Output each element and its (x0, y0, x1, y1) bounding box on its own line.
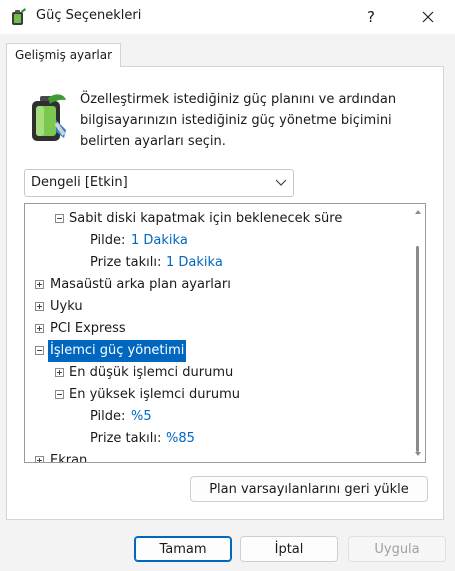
tree-item-label: Ekran (50, 453, 88, 463)
tree-item-label: Prize takılı: (90, 431, 162, 446)
tree-item-label: Sabit diski kapatmak için beklenecek sür… (69, 211, 343, 226)
collapse-icon[interactable] (35, 346, 44, 355)
tree-item-label: PCI Express (50, 321, 126, 336)
tree-item-label: Pilde: (90, 233, 126, 248)
setting-value[interactable]: 1 Dakika (166, 252, 223, 274)
tree-scrollbar[interactable] (413, 206, 423, 460)
apply-button: Uygula (348, 536, 446, 562)
tree-item-label: Masaüstü arka plan ayarları (50, 277, 231, 292)
chevron-down-icon (275, 179, 287, 186)
settings-tree[interactable]: Sabit diski kapatmak için beklenecek sür… (24, 203, 426, 463)
expand-icon[interactable] (35, 324, 44, 333)
tree-item-label: Uyku (50, 299, 83, 314)
power-plan-select[interactable]: Dengeli [Etkin] (24, 169, 294, 197)
window-title: Güç Seçenekleri (36, 8, 142, 23)
expand-icon[interactable] (55, 368, 64, 377)
ok-button[interactable]: Tamam (134, 536, 232, 562)
close-icon (422, 11, 434, 23)
collapse-icon[interactable] (55, 390, 64, 399)
setting-value[interactable]: %85 (166, 428, 195, 450)
tree-item-label: En yüksek işlemci durumu (69, 387, 241, 402)
setting-value[interactable]: 1 Dakika (131, 230, 188, 252)
scroll-up-icon[interactable] (415, 210, 421, 214)
scroll-down-icon[interactable] (415, 452, 421, 456)
setting-value[interactable]: %5 (131, 406, 152, 428)
restore-defaults-button[interactable]: Plan varsayılanlarını geri yükle (190, 476, 428, 502)
cancel-button[interactable]: İptal (240, 536, 338, 562)
help-button[interactable]: ? (352, 0, 390, 34)
expand-icon[interactable] (35, 280, 44, 289)
tree-item-label: Prize takılı: (90, 255, 162, 270)
tab-advanced-settings[interactable]: Gelişmiş ayarlar (6, 43, 122, 67)
power-options-icon (12, 8, 26, 25)
expand-icon[interactable] (35, 302, 44, 311)
power-plan-selected: Dengeli [Etkin] (31, 175, 128, 190)
collapse-icon[interactable] (55, 214, 64, 223)
title-bar: Güç Seçenekleri ? (0, 0, 455, 34)
expand-icon[interactable] (35, 456, 44, 462)
tree-item-label: Pilde: (90, 409, 126, 424)
scroll-thumb[interactable] (416, 246, 419, 452)
tree-item-label-selected: İşlemci güç yönetimi (48, 340, 187, 362)
close-button[interactable] (408, 0, 448, 34)
description-text: Özelleştirmek istediğiniz güç planını ve… (80, 92, 397, 149)
tree-item-label: En düşük işlemci durumu (69, 365, 234, 380)
battery-power-icon (32, 94, 66, 141)
